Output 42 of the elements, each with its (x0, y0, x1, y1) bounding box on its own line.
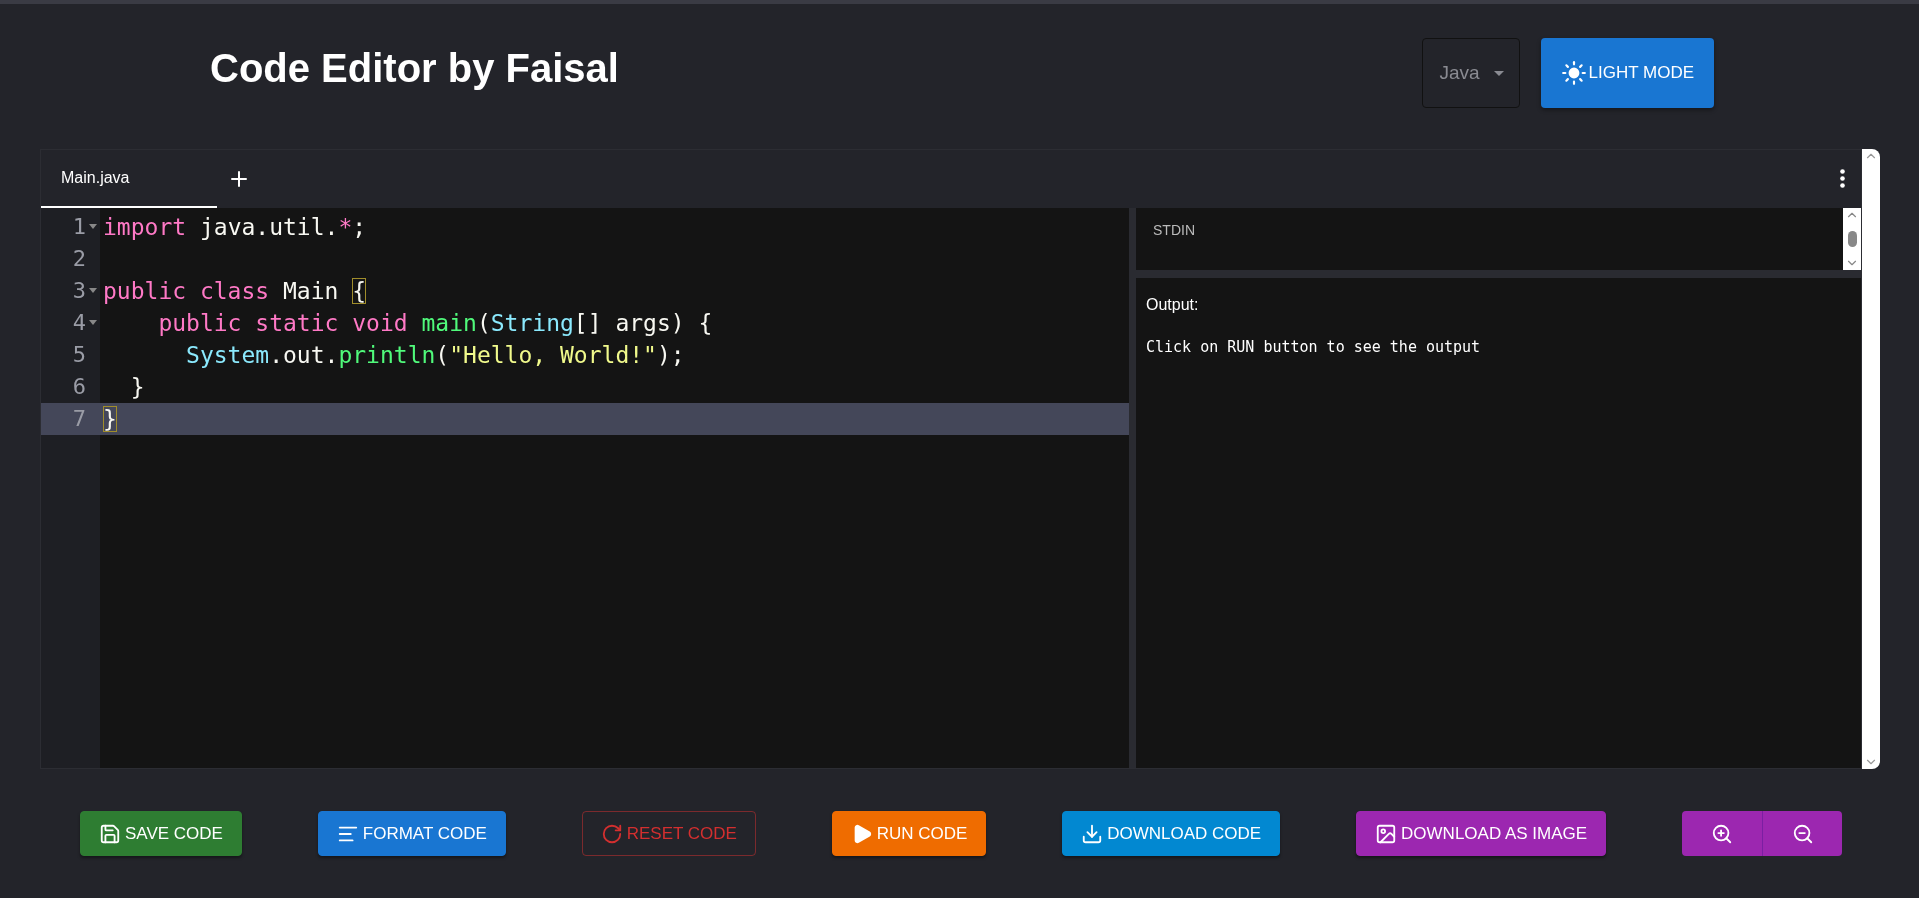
language-select[interactable]: Java (1421, 38, 1520, 109)
line-number: 7 (72, 406, 86, 432)
code-line: System.out.println("Hello, World!"); (185, 340, 686, 370)
line-number: 3 (72, 278, 86, 304)
code-line: public class Main { (102, 276, 368, 306)
line-number: 2 (72, 246, 86, 272)
save-icon (99, 822, 121, 845)
reset-button[interactable]: RESET CODE (581, 811, 756, 857)
fold-arrow-icon[interactable] (89, 288, 97, 294)
fold-arrow-icon[interactable] (89, 320, 97, 326)
scroll-thumb[interactable] (1847, 230, 1857, 247)
more-vertical-icon (1840, 169, 1845, 189)
zoom-in-icon (1711, 822, 1733, 845)
download-icon (1081, 822, 1104, 845)
output-label: Output: (1146, 295, 1200, 314)
image-icon (1375, 822, 1398, 845)
scrollbar[interactable] (1862, 148, 1880, 770)
line-number: 6 (72, 374, 86, 400)
line-number: 5 (72, 342, 86, 368)
scrollbar[interactable] (1843, 207, 1861, 270)
image-button[interactable]: DOWNLOAD AS IMAGE (1356, 811, 1607, 857)
refresh-icon (600, 822, 623, 845)
zoom-out-button[interactable] (1762, 811, 1842, 857)
sun-icon (1560, 60, 1587, 87)
code-editor[interactable]: 1 2 3 4 5 6 7 import java.util.*; public class Main { public static void main(String[] args) { System.out.println("Hello, World!"); } } (41, 207, 1129, 769)
caret-icon (1493, 70, 1504, 76)
run-button[interactable]: RUN CODE (831, 811, 987, 857)
zoom-in-button[interactable] (1682, 811, 1762, 857)
light-mode-button[interactable]: LIGHT MODE (1540, 38, 1714, 109)
format-button[interactable]: FORMAT CODE (317, 811, 506, 857)
app-title: Code Editor by Faisal (210, 45, 620, 91)
save-button[interactable]: SAVE CODE (80, 811, 242, 857)
fold-arrow-icon[interactable] (89, 224, 97, 230)
code-line: public static void main(String[] args) { (157, 308, 714, 338)
line-number: 1 (72, 214, 86, 240)
download-button[interactable]: DOWNLOAD CODE (1062, 811, 1281, 857)
zoom-out-icon (1791, 822, 1814, 845)
code-line: } (129, 372, 146, 402)
line-number: 4 (72, 310, 86, 336)
output-text: Click on RUN button to see the output (1146, 337, 1482, 356)
code-line: import java.util.*; (102, 212, 368, 242)
stdin-field[interactable]: STDIN (1136, 207, 1861, 270)
